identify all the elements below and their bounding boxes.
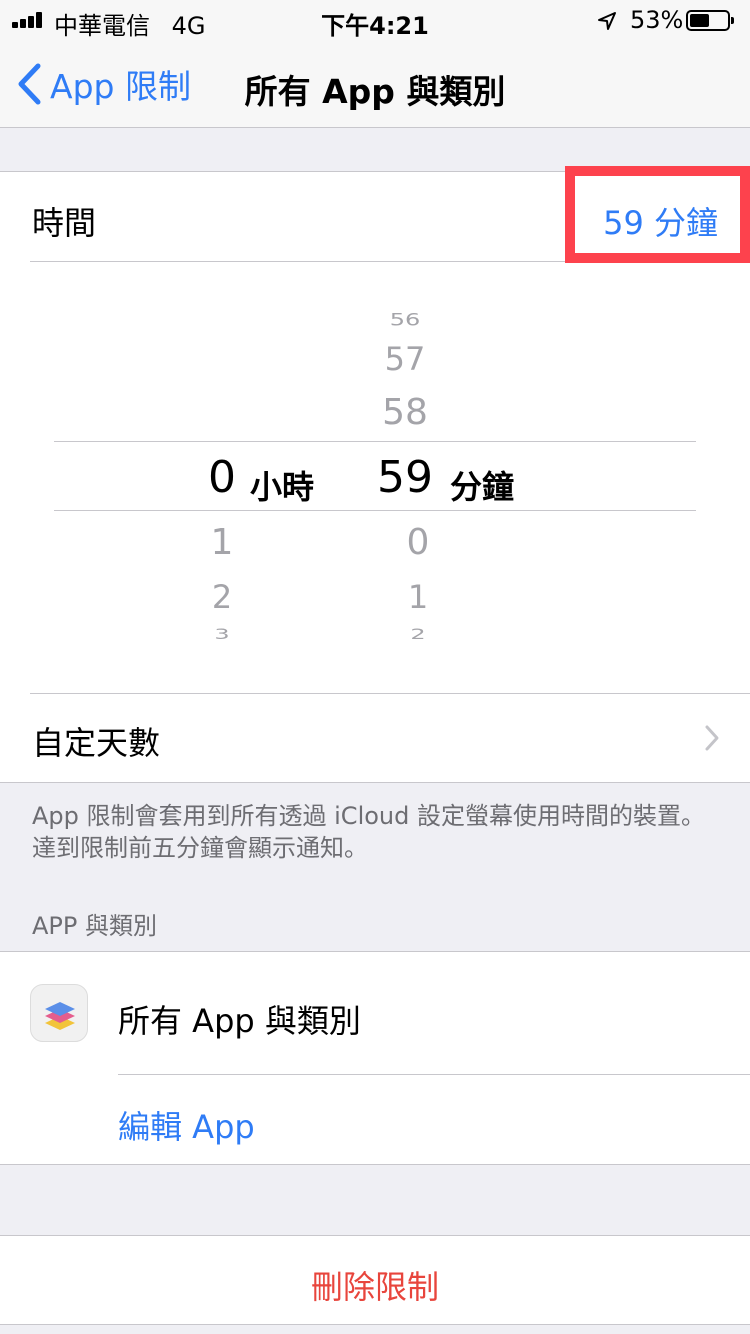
status-bar: 中華電信 4G 下午4:21 53%: [0, 0, 750, 40]
highlight-box: [565, 166, 750, 263]
chevron-right-icon: [705, 725, 719, 751]
page-title: 所有 App 與類別: [244, 72, 506, 111]
divider: [118, 1074, 750, 1075]
minutes-option: 0: [406, 522, 430, 563]
all-apps-label: 所有 App 與類別: [118, 1002, 361, 1040]
delete-group: 刪除限制: [0, 1235, 750, 1325]
picker-selection-bottom-line: [54, 510, 696, 511]
minutes-option: 56: [389, 310, 421, 330]
delete-limit-button[interactable]: 刪除限制: [0, 1262, 750, 1308]
minutes-option: 2: [410, 625, 426, 643]
minutes-unit: 分鐘: [450, 468, 515, 506]
custom-days-label: 自定天數: [32, 724, 161, 762]
duration-picker[interactable]: 0 小時 1 2 3 56 57 58 59 分鐘 0 1 2: [0, 262, 750, 662]
battery-percent: 53%: [630, 6, 684, 34]
apps-group: 所有 App 與類別 編輯 App: [0, 951, 750, 1165]
minutes-option: 57: [384, 340, 426, 378]
minutes-option: 58: [382, 392, 428, 433]
hours-option: 3: [214, 625, 230, 643]
picker-selection-top-line: [54, 441, 696, 442]
hours-option: 1: [210, 522, 234, 563]
minutes-option: 1: [407, 578, 429, 616]
hours-unit: 小時: [250, 468, 315, 506]
battery-icon: [686, 10, 734, 31]
minutes-selected: 59: [377, 452, 433, 503]
edit-apps-button[interactable]: 編輯 App: [118, 1102, 255, 1148]
all-apps-row[interactable]: 所有 App 與類別: [0, 952, 750, 1074]
location-arrow-icon: [598, 12, 616, 30]
navigation-bar: App 限制 所有 App 與類別: [0, 40, 750, 128]
section-header: APP 與類別: [32, 912, 157, 940]
time-label: 時間: [32, 204, 97, 242]
app-categories-icon: [30, 984, 88, 1042]
custom-days-row[interactable]: 自定天數: [0, 694, 750, 782]
footer-note: App 限制會套用到所有透過 iCloud 設定螢幕使用時間的裝置。達到限制前五…: [32, 802, 705, 862]
hours-option: 2: [211, 578, 233, 616]
